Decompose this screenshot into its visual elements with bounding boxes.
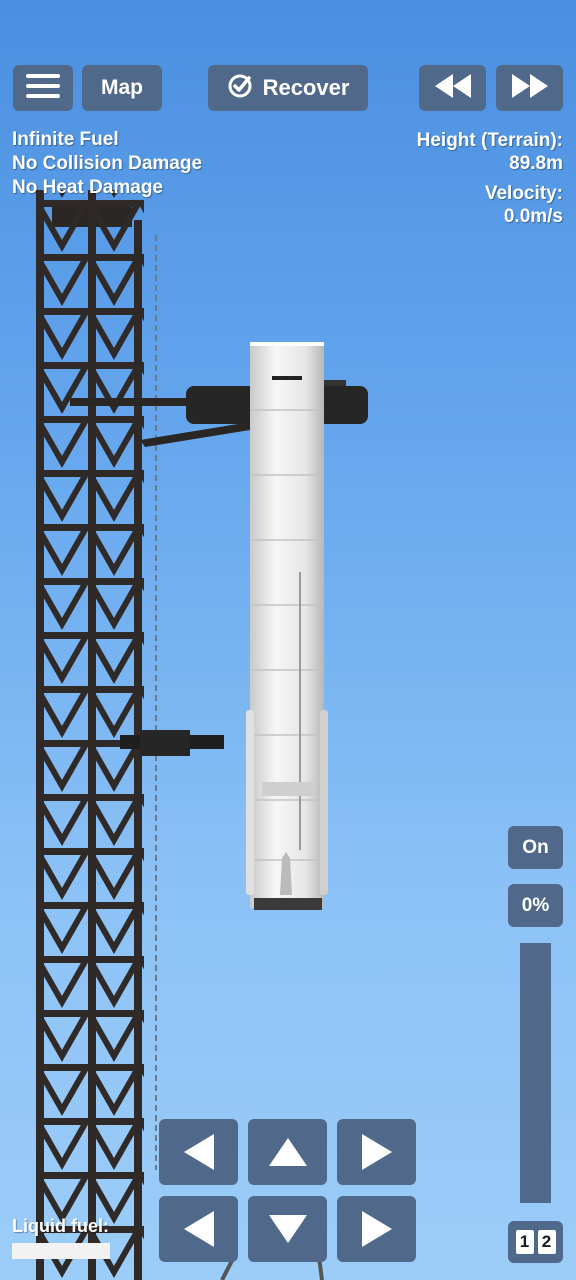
engine-toggle-label: On [522, 836, 549, 858]
liquid-fuel-bar [12, 1243, 110, 1259]
map-button-label: Map [101, 76, 143, 99]
rewind-icon [433, 73, 473, 104]
engine-toggle-button[interactable]: On [508, 826, 563, 869]
recover-button-label: Recover [262, 75, 350, 100]
height-label: Height (Terrain): [416, 130, 563, 151]
recover-button[interactable]: Recover [208, 65, 368, 111]
velocity-label: Velocity: [484, 183, 563, 204]
cheat-no-heat-damage: No Heat Damage [12, 177, 163, 198]
cheat-no-collision-damage: No Collision Damage [12, 153, 203, 174]
fast-forward-icon [510, 73, 550, 104]
arrow-down-icon [268, 1213, 308, 1245]
rocket-booster [246, 342, 328, 910]
hamburger-icon [26, 73, 60, 104]
rotate-right-button[interactable] [337, 1119, 416, 1185]
arrow-up-icon [268, 1136, 308, 1168]
translate-right-button[interactable] [337, 1196, 416, 1262]
height-value: 89.8m [509, 153, 563, 174]
thrust-up-button[interactable] [248, 1119, 327, 1185]
liquid-fuel-label: Liquid fuel: [12, 1216, 109, 1236]
arrow-left-icon [182, 1133, 216, 1171]
check-circle-icon [227, 73, 253, 104]
arrow-right-icon [360, 1210, 394, 1248]
throttle-slider[interactable] [520, 943, 551, 1203]
velocity-value: 0.0m/s [503, 206, 563, 227]
map-button[interactable]: Map [82, 65, 162, 111]
stage-selector[interactable]: 1 2 [508, 1221, 563, 1263]
arrow-right-icon [360, 1133, 394, 1171]
arrow-left-icon [182, 1210, 216, 1248]
menu-button[interactable] [13, 65, 73, 111]
rotate-left-button[interactable] [159, 1119, 238, 1185]
throttle-label: 0% [521, 894, 550, 916]
cheat-infinite-fuel: Infinite Fuel [12, 129, 119, 150]
rewind-button[interactable] [419, 65, 486, 111]
liquid-fuel-fill [12, 1243, 110, 1259]
throttle-readout: 0% [508, 884, 563, 927]
thrust-down-button[interactable] [248, 1196, 327, 1262]
stage-1[interactable]: 1 [515, 1230, 534, 1254]
translate-left-button[interactable] [159, 1196, 238, 1262]
stage-2[interactable]: 2 [537, 1230, 556, 1254]
fast-forward-button[interactable] [496, 65, 563, 111]
